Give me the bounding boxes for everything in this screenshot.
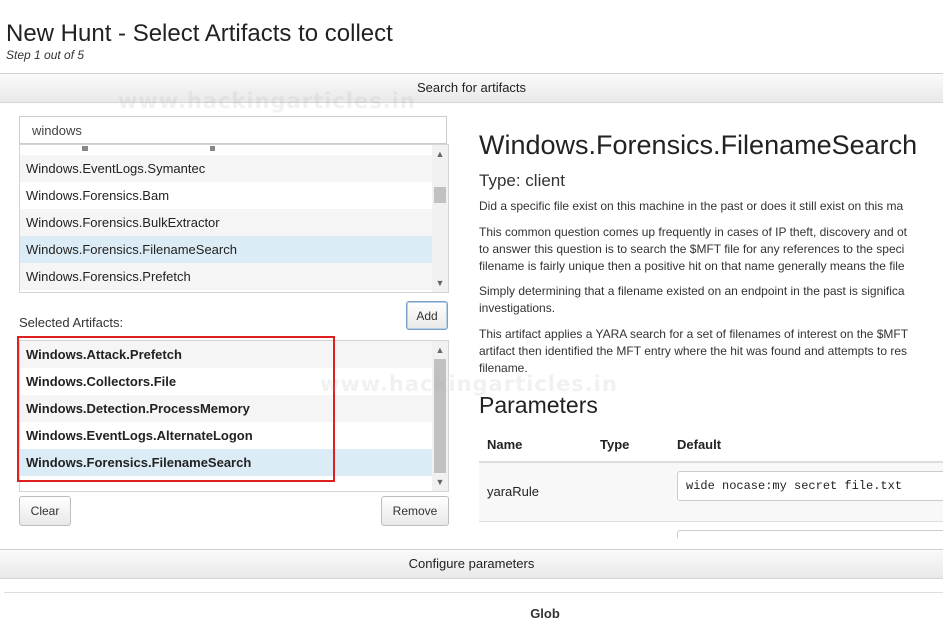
table-divider (479, 521, 943, 522)
description-line: filename. (479, 361, 528, 375)
partial-row-glyphs (26, 145, 266, 155)
description-line: filename is fairly unique then a positiv… (479, 259, 905, 273)
list-item[interactable]: Windows.EventLogs.Symantec (20, 155, 436, 182)
selected-artifacts-list[interactable]: Windows.Attack.Prefetch Windows.Collector… (19, 340, 449, 492)
step-indicator: Step 1 out of 5 (6, 48, 85, 62)
search-section-header[interactable]: Search for artifacts (0, 73, 943, 103)
column-header-default: Default (677, 437, 722, 452)
list-item[interactable]: Windows.Attack.Prefetch (20, 341, 436, 368)
scroll-up-arrow-icon[interactable]: ▲ (432, 147, 448, 161)
glob-column-header: Glob (530, 606, 560, 621)
page-title: New Hunt - Select Artifacts to collect (6, 20, 393, 47)
selected-artifacts-label: Selected Artifacts: (19, 315, 124, 330)
param-default-input[interactable] (677, 471, 943, 501)
list-item[interactable]: Windows.Collectors.File (20, 368, 436, 395)
clear-button[interactable]: Clear (19, 496, 71, 526)
description-line: artifact then identified the MFT entry w… (479, 344, 908, 358)
parameters-heading: Parameters (479, 392, 598, 418)
scroll-up-arrow-icon[interactable]: ▲ (432, 343, 448, 357)
artifact-search-input[interactable] (19, 116, 447, 144)
selected-list-scrollbar[interactable]: ▲ ▼ (432, 341, 448, 491)
partial-list-row (20, 145, 448, 155)
artifact-type: Type: client (479, 171, 565, 190)
list-item[interactable]: Windows.Forensics.FilenameSearch (20, 236, 436, 263)
column-header-type: Type (600, 437, 630, 452)
remove-button[interactable]: Remove (381, 496, 449, 526)
description-line: to answer this question is to search the… (479, 242, 905, 256)
param-default-input[interactable] (677, 530, 943, 538)
scroll-down-arrow-icon[interactable]: ▼ (432, 475, 448, 489)
description-line: This artifact applies a YARA search for … (479, 327, 909, 341)
param-name: yaraRule (487, 484, 540, 499)
list-item[interactable]: Windows.Forensics.Bam (20, 182, 436, 209)
scroll-thumb[interactable] (434, 359, 446, 473)
scroll-down-arrow-icon[interactable]: ▼ (432, 276, 448, 290)
divider (4, 592, 943, 593)
list-item[interactable]: Windows.EventLogs.AlternateLogon (20, 422, 436, 449)
scroll-thumb[interactable] (434, 187, 446, 203)
list-item[interactable]: Windows.Detection.ProcessMemory (20, 395, 436, 422)
available-artifacts-list[interactable]: Windows.EventLogs.Symantec Windows.Forens… (19, 144, 449, 293)
artifact-detail-title: Windows.Forensics.FilenameSearch (479, 130, 918, 160)
column-header-name: Name (487, 437, 523, 452)
list-item[interactable]: Windows.Forensics.Prefetch (20, 263, 436, 290)
add-button[interactable]: Add (406, 301, 448, 330)
description-line: Simply determining that a filename exist… (479, 284, 905, 298)
configure-section-header[interactable]: Configure parameters (0, 549, 943, 579)
available-list-scrollbar[interactable]: ▲ ▼ (432, 145, 448, 292)
description-line: Did a specific file exist on this machin… (479, 199, 904, 213)
list-item[interactable]: Windows.Forensics.FilenameSearch (20, 449, 436, 476)
description-line: This common question comes up frequently… (479, 225, 907, 239)
list-item[interactable]: Windows.Forensics.BulkExtractor (20, 209, 436, 236)
description-line: investigations. (479, 301, 556, 315)
